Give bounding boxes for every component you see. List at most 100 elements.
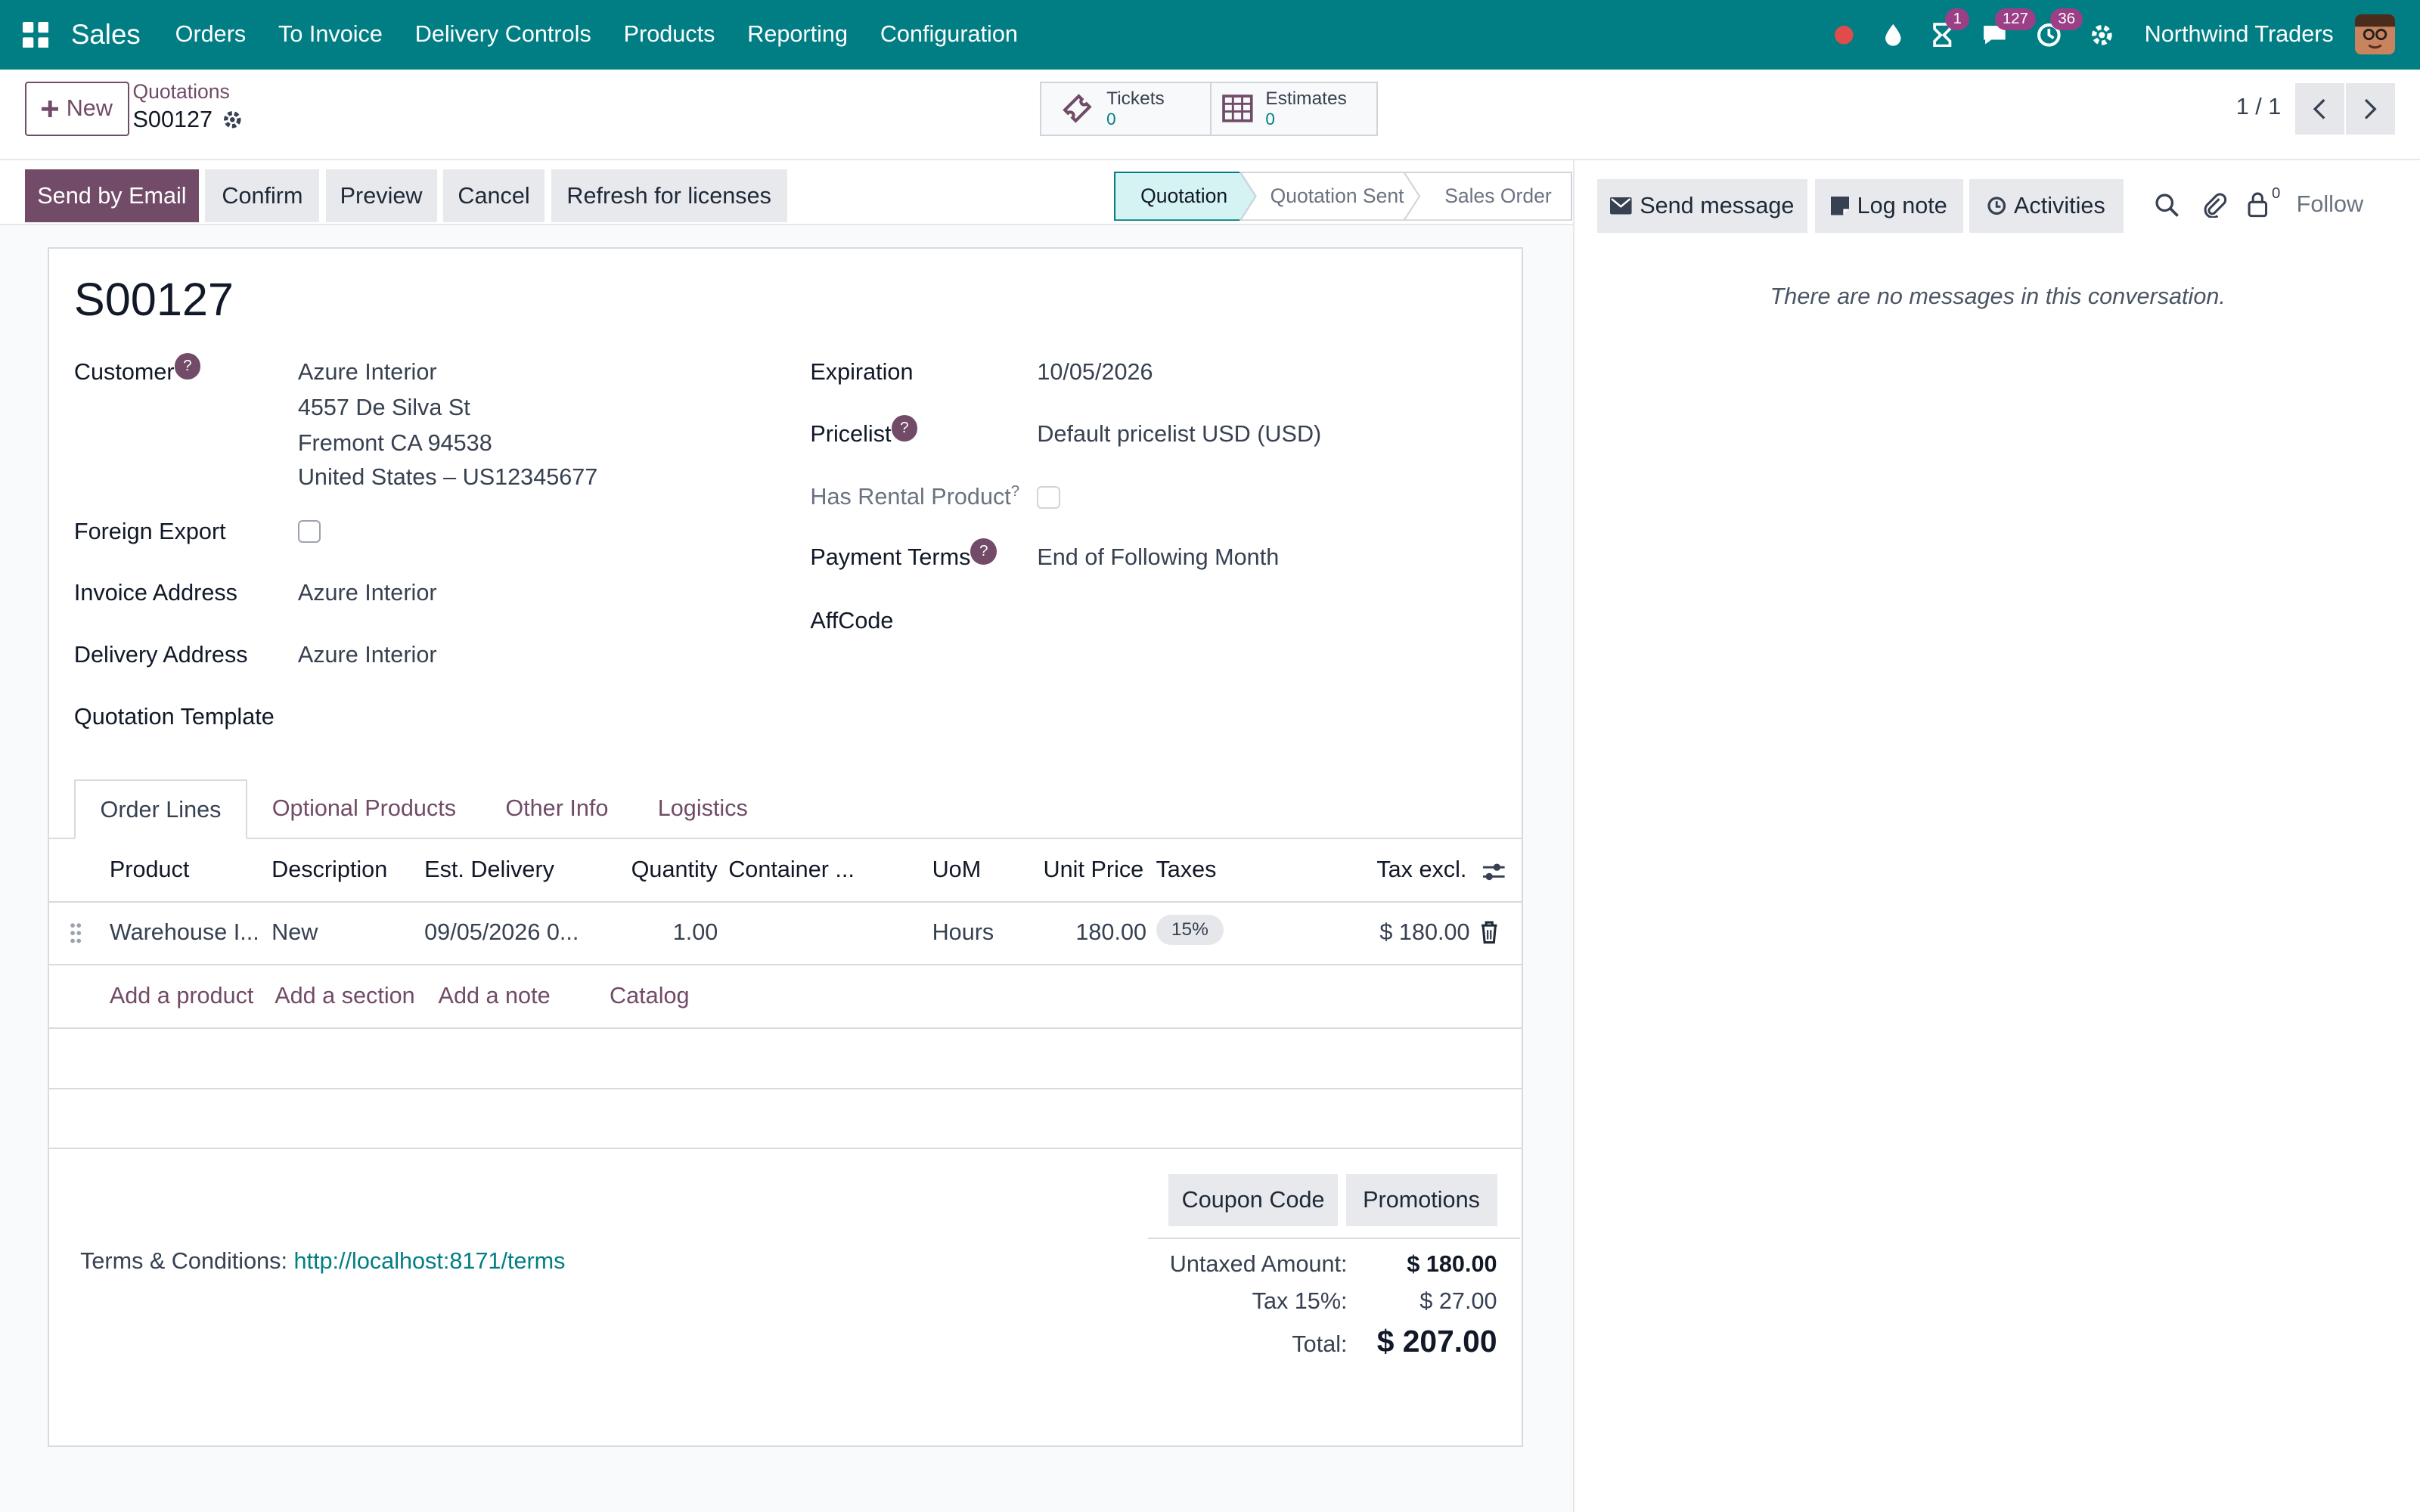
lock-icon[interactable] — [2247, 191, 2269, 218]
terms-link[interactable]: http://localhost:8171/terms — [293, 1248, 565, 1274]
chat-icon[interactable]: 127 — [1981, 8, 2037, 48]
tab-optional-products[interactable]: Optional Products — [247, 779, 481, 840]
tab-logistics[interactable]: Logistics — [633, 779, 772, 840]
col-description[interactable]: Description — [271, 857, 387, 883]
delivery-address-field[interactable]: Azure Interior — [298, 642, 437, 668]
confirm-button[interactable]: Confirm — [205, 169, 320, 222]
invoice-address-field[interactable]: Azure Interior — [298, 580, 437, 606]
customer-street: 4557 De Silva St — [297, 395, 470, 421]
col-uom[interactable]: UoM — [932, 857, 982, 883]
menu-delivery-controls[interactable]: Delivery Controls — [399, 21, 607, 48]
preview-button[interactable]: Preview — [325, 169, 437, 222]
log-note-label: Log note — [1857, 192, 1947, 218]
new-button[interactable]: New — [24, 82, 130, 136]
estimates-count: 0 — [1265, 109, 1275, 129]
pager-next-button[interactable] — [2346, 83, 2396, 135]
tax-tag[interactable]: 15% — [1156, 915, 1224, 946]
gear-icon[interactable] — [222, 109, 244, 131]
trash-icon[interactable] — [1480, 921, 1498, 944]
help-icon[interactable]: ? — [891, 414, 918, 442]
search-icon[interactable] — [2155, 193, 2180, 218]
menu-reporting[interactable]: Reporting — [731, 21, 864, 48]
follow-button[interactable]: Follow — [2297, 191, 2363, 218]
foreign-export-checkbox[interactable] — [297, 519, 321, 544]
estimates-stat-button[interactable]: Estimates 0 — [1209, 82, 1379, 136]
tickets-stat-button[interactable]: Tickets 0 — [1040, 82, 1212, 136]
recording-dot-icon[interactable] — [1833, 24, 1855, 46]
log-note-button[interactable]: Log note — [1814, 178, 1963, 234]
send-message-label: Send message — [1640, 192, 1795, 218]
expiration-field[interactable]: 10/05/2026 — [1037, 359, 1153, 386]
catalog-link[interactable]: Catalog — [610, 983, 690, 1009]
refresh-licenses-button[interactable]: Refresh for licenses — [551, 169, 787, 222]
chevron-right-icon — [2365, 98, 2378, 119]
foreign-export-label: Foreign Export — [73, 518, 226, 544]
col-unit-price[interactable]: Unit Price — [1044, 857, 1144, 883]
table-row[interactable]: Warehouse I... New 09/05/2026 0... 1.00 … — [49, 903, 1522, 966]
control-panel: New Quotations S00127 Tickets 0 Estimate… — [0, 69, 2420, 161]
ticket-icon — [1063, 94, 1092, 124]
row-description[interactable]: New — [271, 919, 318, 946]
help-icon[interactable]: ? — [970, 538, 997, 565]
customer-name[interactable]: Azure Interior — [298, 359, 437, 386]
drop-icon[interactable] — [1882, 23, 1904, 48]
stage-quotation[interactable]: Quotation — [1140, 172, 1227, 221]
row-unit-price[interactable]: 180.00 — [1075, 919, 1146, 946]
pricelist-field[interactable]: Default pricelist USD (USD) — [1037, 421, 1321, 448]
row-uom[interactable]: Hours — [932, 919, 994, 946]
customer-country: United States – US12345677 — [297, 464, 598, 491]
totals-divider — [1148, 1237, 1521, 1239]
send-message-button[interactable]: Send message — [1597, 178, 1807, 234]
pager-value[interactable]: 1 / 1 — [2236, 94, 2282, 120]
company-switcher[interactable]: Northwind Traders — [2145, 21, 2334, 48]
breadcrumb-parent[interactable]: Quotations — [133, 80, 230, 104]
tab-order-lines[interactable]: Order Lines — [73, 779, 248, 840]
user-avatar[interactable] — [2355, 14, 2396, 55]
menu-configuration[interactable]: Configuration — [864, 21, 1034, 48]
stage-sales-order[interactable]: Sales Order — [1444, 172, 1551, 221]
add-product-link[interactable]: Add a product — [110, 983, 254, 1009]
tickets-count: 0 — [1106, 109, 1116, 129]
help-sup[interactable]: ? — [1011, 483, 1019, 500]
no-messages-text: There are no messages in this conversati… — [1770, 284, 2226, 310]
drag-handle-icon[interactable] — [70, 922, 82, 944]
col-container[interactable]: Container ... — [728, 857, 855, 883]
tax-label: Tax 15%: — [1252, 1288, 1348, 1314]
promotions-button[interactable]: Promotions — [1345, 1173, 1497, 1227]
col-est-delivery[interactable]: Est. Delivery — [424, 857, 554, 883]
pager-previous-button[interactable] — [2294, 83, 2344, 135]
help-icon[interactable]: ? — [174, 353, 201, 380]
cancel-button[interactable]: Cancel — [442, 169, 545, 222]
affcode-label: AffCode — [810, 608, 894, 634]
clock-icon[interactable]: 36 — [2037, 8, 2083, 48]
payment-terms-field[interactable]: End of Following Month — [1037, 544, 1279, 571]
add-note-link[interactable]: Add a note — [439, 983, 551, 1009]
tab-other-info[interactable]: Other Info — [481, 779, 633, 840]
col-taxes[interactable]: Taxes — [1156, 857, 1217, 883]
stage-quotation-sent[interactable]: Quotation Sent — [1270, 172, 1404, 221]
menu-to-invoice[interactable]: To Invoice — [262, 21, 399, 48]
col-quantity[interactable]: Quantity — [631, 857, 718, 883]
app-menu-icon[interactable] — [0, 0, 71, 70]
total-value: $ 207.00 — [1376, 1323, 1497, 1359]
coupon-code-button[interactable]: Coupon Code — [1168, 1173, 1339, 1227]
activities-button[interactable]: Activities — [1969, 178, 2124, 234]
optional-columns-icon[interactable] — [1481, 860, 1506, 885]
settings-icon[interactable] — [2089, 22, 2115, 48]
hourglass-icon[interactable]: 1 — [1931, 8, 1970, 48]
menu-products[interactable]: Products — [607, 21, 731, 48]
app-name[interactable]: Sales — [71, 19, 141, 51]
untaxed-value: $ 180.00 — [1407, 1251, 1497, 1278]
quotation-template-label: Quotation Template — [73, 703, 275, 730]
col-product[interactable]: Product — [110, 857, 190, 883]
order-name[interactable]: S00127 — [74, 273, 234, 326]
add-section-link[interactable]: Add a section — [275, 983, 414, 1009]
send-by-email-button[interactable]: Send by Email — [24, 169, 200, 222]
row-delivery[interactable]: 09/05/2026 0... — [424, 919, 579, 946]
menu-orders[interactable]: Orders — [159, 21, 262, 48]
row-subtotal: $ 180.00 — [1379, 919, 1470, 946]
col-tax-excl[interactable]: Tax excl. — [1376, 857, 1466, 883]
paperclip-icon[interactable] — [2202, 191, 2227, 218]
row-product[interactable]: Warehouse I... — [110, 919, 259, 946]
row-quantity[interactable]: 1.00 — [673, 919, 718, 946]
